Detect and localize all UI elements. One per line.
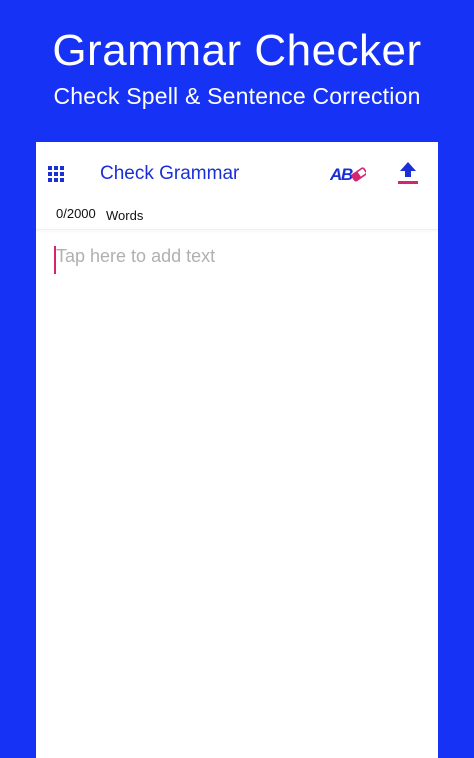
toolbar: Check Grammar A B (36, 142, 438, 204)
text-input[interactable] (54, 246, 420, 736)
hero-title: Grammar Checker (52, 26, 422, 75)
svg-text:B: B (341, 165, 353, 184)
editor-card: Check Grammar A B 0/2000 Words (36, 142, 438, 758)
abc-eraser-icon[interactable]: A B (330, 163, 366, 185)
word-count-unit: Words (106, 208, 144, 223)
upload-icon[interactable] (397, 160, 419, 186)
word-count-value: 0/2000 (56, 206, 96, 221)
word-counter: 0/2000 Words (36, 204, 438, 230)
hero-banner: Grammar Checker Check Spell & Sentence C… (0, 0, 474, 140)
hero-subtitle: Check Spell & Sentence Correction (53, 83, 421, 109)
grid-menu-icon[interactable] (48, 166, 64, 182)
toolbar-title: Check Grammar (100, 163, 240, 184)
